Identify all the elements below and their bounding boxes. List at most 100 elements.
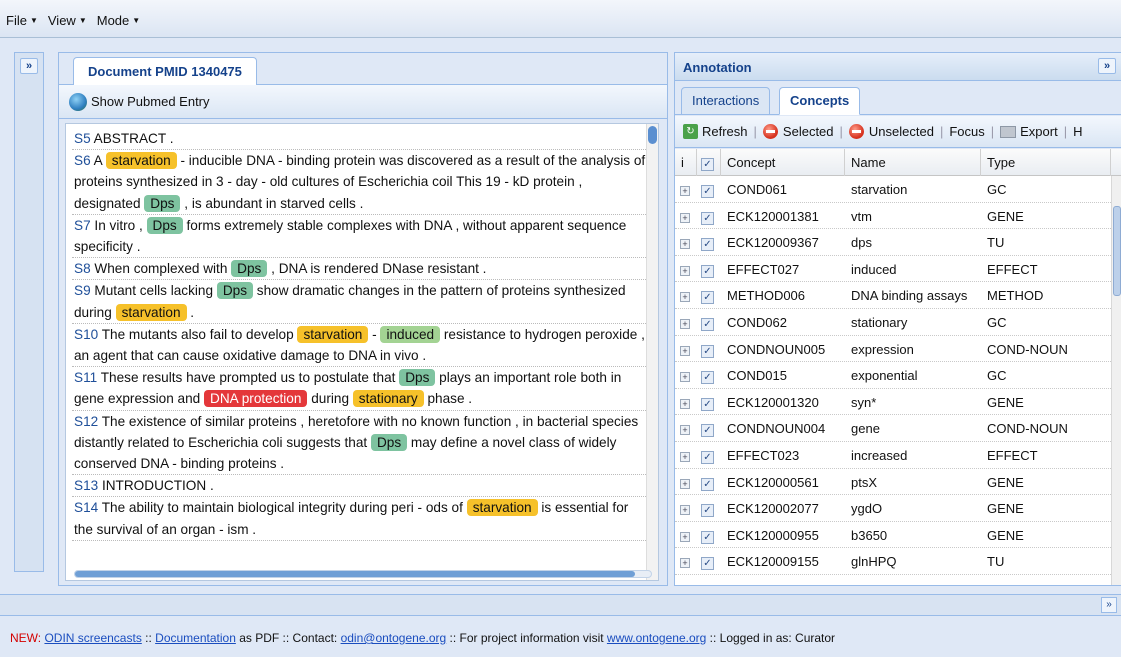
expand-west-button[interactable]: »: [20, 58, 38, 74]
scroll-thumb[interactable]: [75, 571, 635, 577]
row-checkbox-cell[interactable]: ✓: [697, 203, 721, 229]
table-row[interactable]: + ✓ COND061 starvation GC: [675, 176, 1111, 203]
view-menu[interactable]: View ▼: [48, 13, 87, 28]
row-checkbox-cell[interactable]: ✓: [697, 442, 721, 468]
annotation-highlight-gene[interactable]: Dps: [231, 260, 268, 278]
expand-plus-icon[interactable]: +: [680, 531, 690, 542]
row-expander[interactable]: +: [675, 203, 697, 229]
sentence[interactable]: S13 INTRODUCTION .: [72, 475, 646, 498]
column-header-concept[interactable]: Concept: [721, 149, 845, 176]
expand-plus-icon[interactable]: +: [680, 478, 690, 489]
row-checkbox[interactable]: ✓: [701, 238, 714, 252]
row-checkbox-cell[interactable]: ✓: [697, 229, 721, 255]
annotation-highlight-gene[interactable]: Dps: [370, 433, 408, 451]
row-checkbox[interactable]: ✓: [701, 211, 714, 225]
row-expander[interactable]: +: [675, 522, 697, 548]
row-checkbox[interactable]: ✓: [701, 424, 714, 438]
row-expander[interactable]: +: [675, 282, 697, 308]
table-row[interactable]: + ✓ ECK120001320 syn* GENE: [675, 389, 1111, 416]
row-expander[interactable]: +: [675, 442, 697, 468]
expand-plus-icon[interactable]: +: [680, 558, 690, 569]
row-checkbox[interactable]: ✓: [701, 450, 714, 464]
scroll-thumb[interactable]: [1113, 206, 1121, 296]
row-expander[interactable]: +: [675, 415, 697, 441]
contact-email-link[interactable]: odin@ontogene.org: [341, 631, 447, 645]
row-checkbox-cell[interactable]: ✓: [697, 495, 721, 521]
focus-button[interactable]: Focus: [949, 124, 984, 139]
row-checkbox-cell[interactable]: ✓: [697, 415, 721, 441]
row-checkbox[interactable]: ✓: [701, 264, 714, 278]
website-link[interactable]: www.ontogene.org: [607, 631, 706, 645]
collapse-annotation-button[interactable]: »: [1098, 58, 1116, 74]
sentence[interactable]: S10 The mutants also fail to develop sta…: [72, 324, 646, 368]
column-header-info[interactable]: i: [675, 149, 697, 176]
table-row[interactable]: + ✓ EFFECT023 increased EFFECT: [675, 442, 1111, 469]
sentence[interactable]: S6 A starvation - inducible DNA - bindin…: [72, 150, 646, 215]
annotation-highlight-gene[interactable]: Dps: [399, 369, 436, 387]
row-expander[interactable]: +: [675, 495, 697, 521]
refresh-button[interactable]: ↻ Refresh: [683, 124, 748, 139]
table-row[interactable]: + ✓ CONDNOUN004 gene COND-NOUN: [675, 415, 1111, 442]
row-checkbox-cell[interactable]: ✓: [697, 336, 721, 362]
row-expander[interactable]: +: [675, 362, 697, 388]
annotation-highlight-gc[interactable]: starvation: [466, 499, 538, 517]
row-checkbox-cell[interactable]: ✓: [697, 548, 721, 574]
row-expander[interactable]: +: [675, 256, 697, 282]
show-pubmed-button[interactable]: Show Pubmed Entry: [91, 94, 210, 109]
table-row[interactable]: + ✓ METHOD006 DNA binding assays METHOD: [675, 282, 1111, 309]
expand-plus-icon[interactable]: +: [680, 318, 690, 329]
row-expander[interactable]: +: [675, 176, 697, 202]
annotation-highlight-gc[interactable]: starvation: [115, 303, 187, 321]
column-header-name[interactable]: Name: [845, 149, 981, 176]
row-checkbox[interactable]: ✓: [701, 344, 714, 358]
row-checkbox[interactable]: ✓: [701, 557, 714, 571]
row-checkbox-cell[interactable]: ✓: [697, 282, 721, 308]
row-expander[interactable]: +: [675, 548, 697, 574]
sentence[interactable]: S11 These results have prompted us to po…: [72, 367, 646, 411]
table-row[interactable]: + ✓ CONDNOUN005 expression COND-NOUN: [675, 336, 1111, 363]
expand-plus-icon[interactable]: +: [680, 398, 690, 409]
row-checkbox-cell[interactable]: ✓: [697, 256, 721, 282]
expand-plus-icon[interactable]: +: [680, 425, 690, 436]
row-checkbox-cell[interactable]: ✓: [697, 176, 721, 202]
document-horizontal-scrollbar[interactable]: [74, 570, 652, 578]
mode-menu[interactable]: Mode ▼: [97, 13, 140, 28]
table-row[interactable]: + ✓ EFFECT027 induced EFFECT: [675, 256, 1111, 283]
row-checkbox-cell[interactable]: ✓: [697, 309, 721, 335]
table-row[interactable]: + ✓ ECK120009155 glnHPQ TU: [675, 548, 1111, 575]
sentence[interactable]: S12 The existence of similar proteins , …: [72, 411, 646, 476]
expand-plus-icon[interactable]: +: [680, 265, 690, 276]
annotation-highlight-gene[interactable]: Dps: [146, 216, 183, 234]
documentation-link[interactable]: Documentation: [155, 631, 236, 645]
row-expander[interactable]: +: [675, 469, 697, 495]
expand-plus-icon[interactable]: +: [680, 372, 690, 383]
annotation-highlight-gc[interactable]: stationary: [352, 390, 424, 408]
row-checkbox[interactable]: ✓: [701, 291, 714, 305]
annotation-highlight-gene[interactable]: Dps: [216, 282, 254, 300]
overflow-button[interactable]: H: [1073, 124, 1082, 139]
table-row[interactable]: + ✓ ECK120002077 ygdO GENE: [675, 495, 1111, 522]
table-row[interactable]: + ✓ COND062 stationary GC: [675, 309, 1111, 336]
row-checkbox-cell[interactable]: ✓: [697, 389, 721, 415]
row-expander[interactable]: +: [675, 309, 697, 335]
file-menu[interactable]: File ▼: [6, 13, 38, 28]
column-header-checkbox[interactable]: ✓: [697, 149, 721, 176]
document-vertical-scrollbar[interactable]: [646, 124, 658, 580]
row-checkbox-cell[interactable]: ✓: [697, 362, 721, 388]
annotation-highlight-dna[interactable]: DNA protection: [204, 390, 308, 408]
tab-concepts[interactable]: Concepts: [779, 87, 861, 115]
row-checkbox[interactable]: ✓: [701, 397, 714, 411]
tab-document[interactable]: Document PMID 1340475: [73, 57, 257, 86]
expand-plus-icon[interactable]: +: [680, 212, 690, 223]
table-row[interactable]: + ✓ ECK120000561 ptsX GENE: [675, 469, 1111, 496]
expand-plus-icon[interactable]: +: [680, 505, 690, 516]
grid-vertical-scrollbar[interactable]: [1111, 176, 1121, 585]
export-button[interactable]: Export: [1000, 124, 1058, 139]
tab-interactions[interactable]: Interactions: [681, 87, 771, 115]
annotation-highlight-effect[interactable]: induced: [380, 325, 441, 343]
row-expander[interactable]: +: [675, 336, 697, 362]
sentence[interactable]: S5 ABSTRACT .: [72, 128, 646, 151]
table-row[interactable]: + ✓ COND015 exponential GC: [675, 362, 1111, 389]
sentence[interactable]: S14 The ability to maintain biological i…: [72, 497, 646, 541]
expand-plus-icon[interactable]: +: [680, 239, 690, 250]
